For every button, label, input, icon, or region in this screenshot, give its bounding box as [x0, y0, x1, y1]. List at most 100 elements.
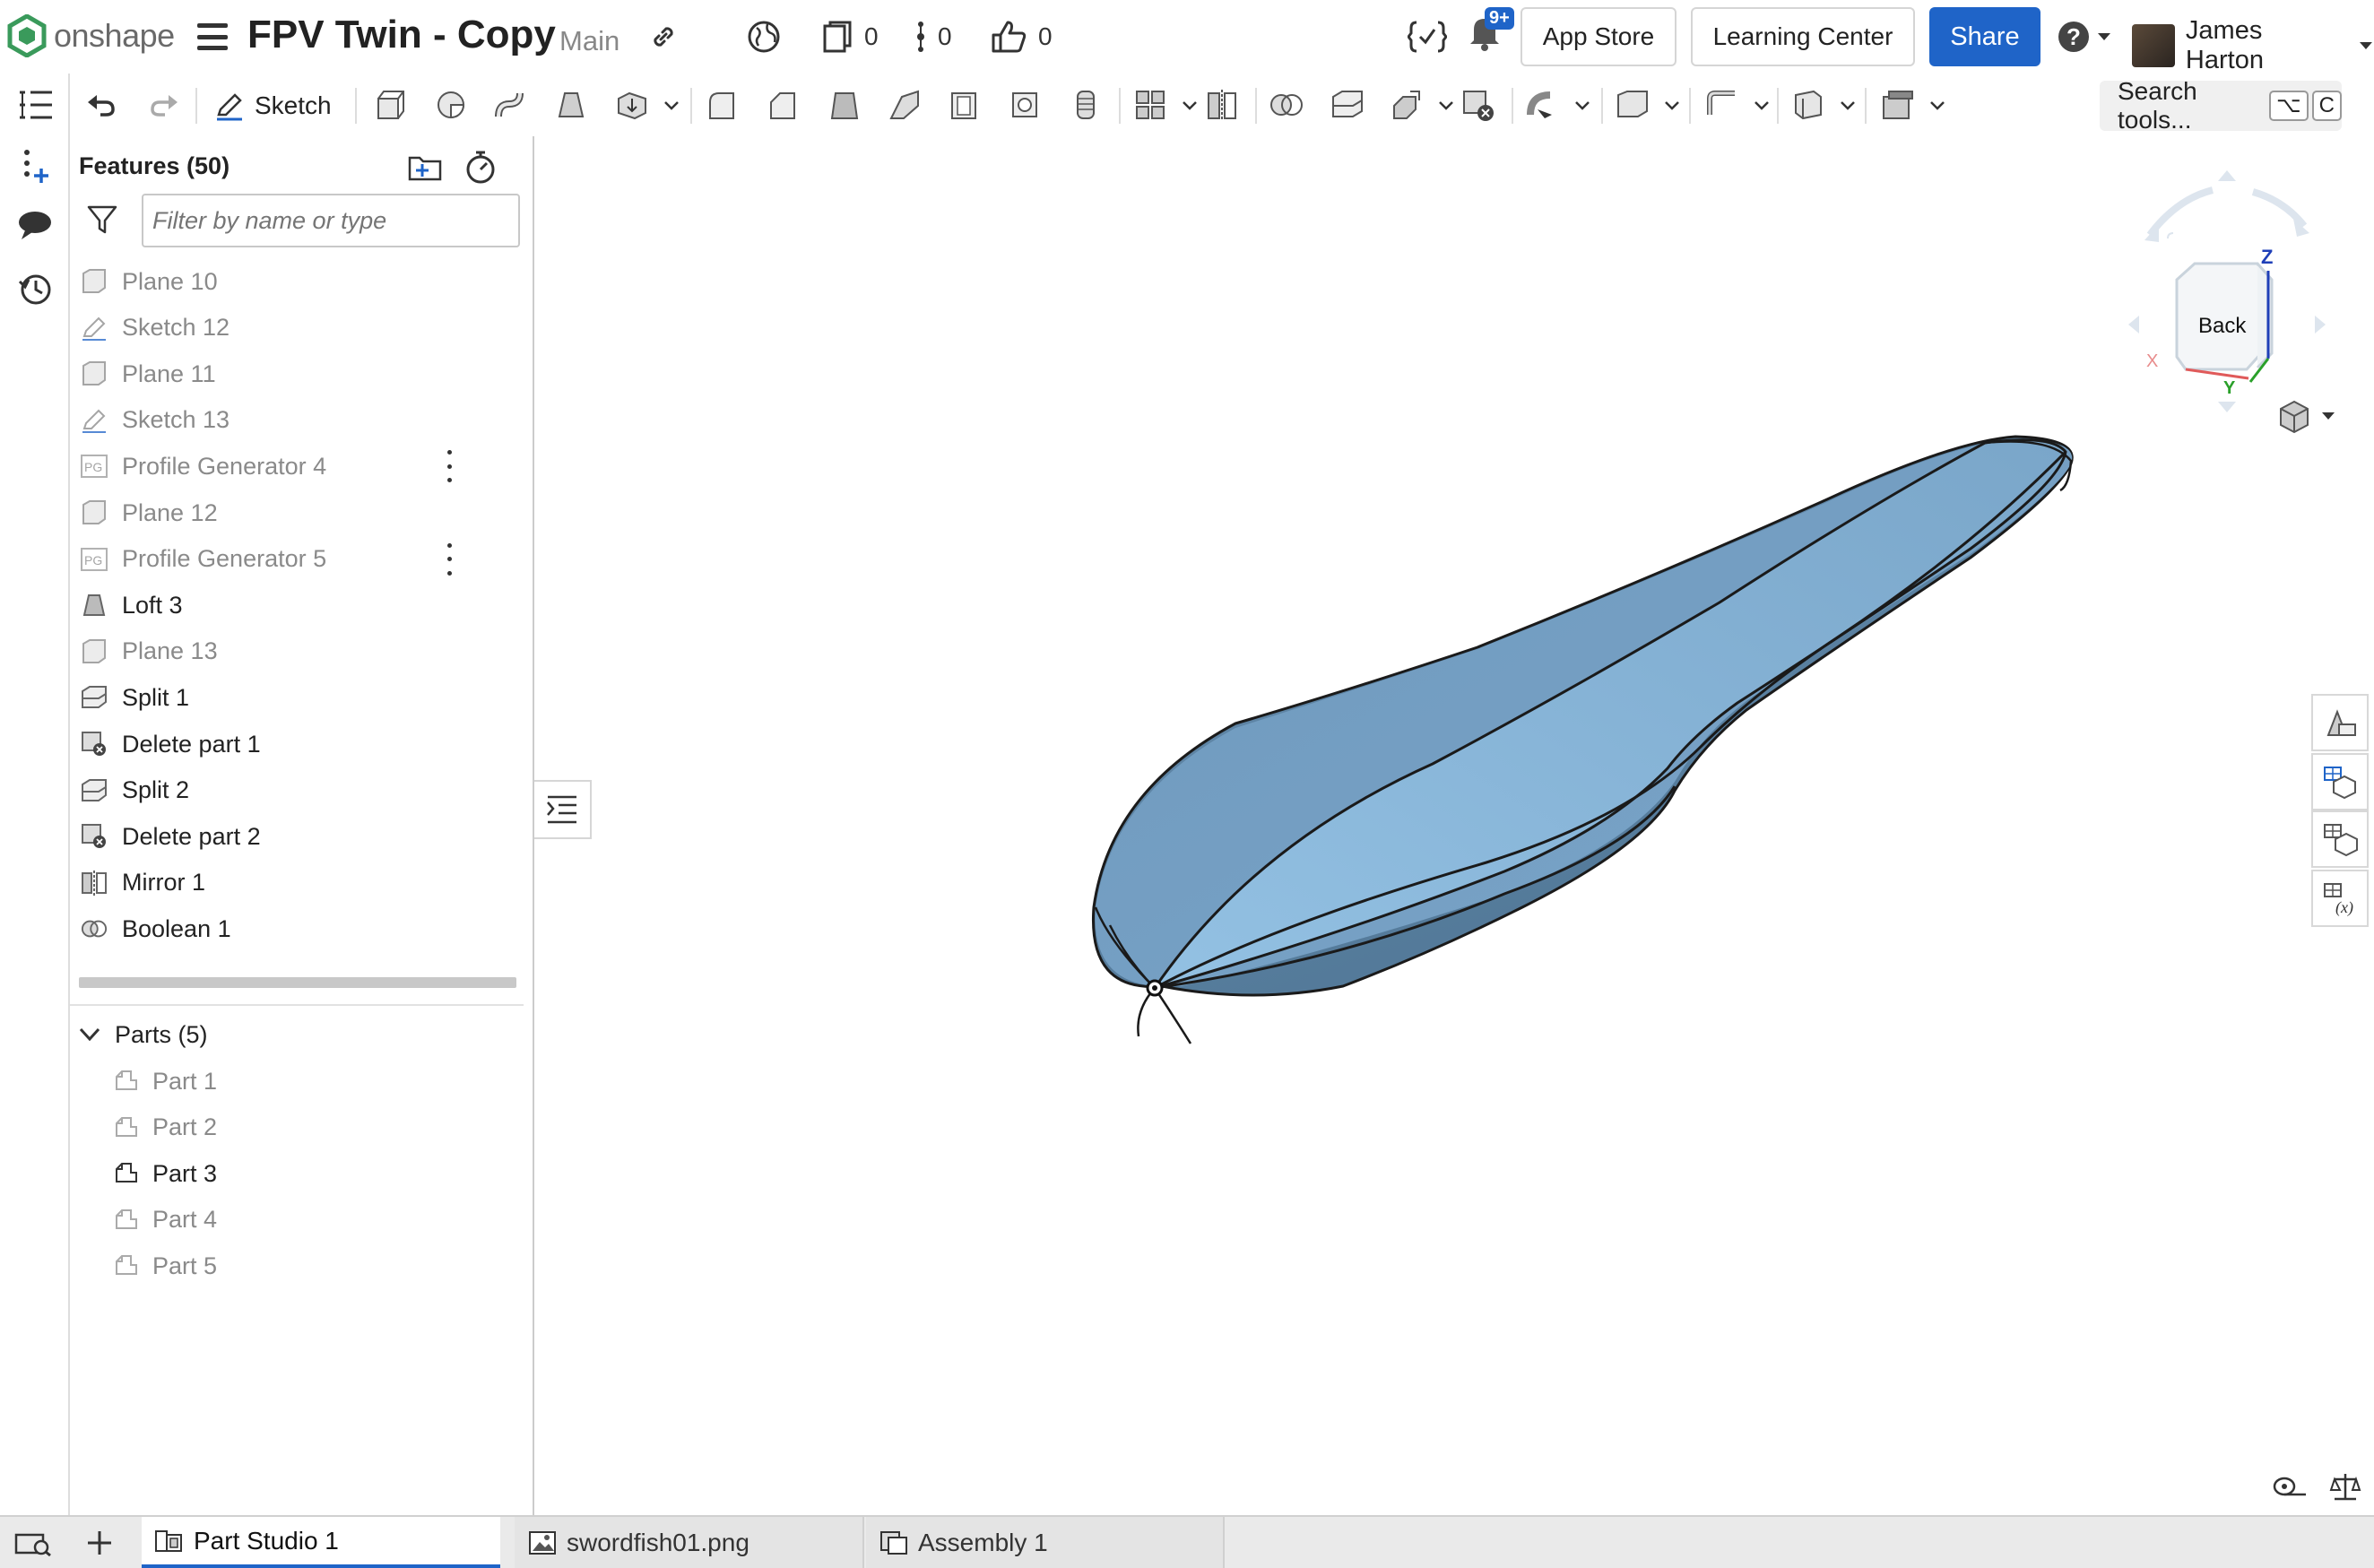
delete-part-button[interactable]	[1460, 86, 1497, 124]
insert-mate-connector-button[interactable]	[16, 147, 54, 185]
measure-tool[interactable]	[2272, 1472, 2308, 1505]
search-tools-input[interactable]: Search tools... ⌥ C	[2100, 77, 2342, 134]
feature-item[interactable]: Mirror 1	[81, 863, 205, 903]
branches-indicator[interactable]: 0	[914, 16, 952, 57]
boolean-button[interactable]	[1268, 86, 1305, 124]
feature-item[interactable]: Sketch 13	[81, 401, 230, 440]
tab-manager-button[interactable]	[14, 1529, 52, 1561]
learning-center-button[interactable]: Learning Center	[1691, 7, 1915, 66]
mirror-button[interactable]	[1203, 86, 1241, 124]
feature-item[interactable]: Plane 10	[81, 262, 218, 301]
thicken-button[interactable]	[613, 86, 651, 124]
feature-item[interactable]: Loft 3	[81, 585, 183, 625]
feature-label: Split 1	[122, 683, 190, 711]
extrude-button[interactable]	[371, 86, 409, 124]
feature-item[interactable]: Split 2	[81, 771, 189, 810]
loft-button[interactable]	[552, 86, 590, 124]
feature-item[interactable]: Plane 11	[81, 354, 216, 394]
filter-button[interactable]	[86, 204, 118, 239]
document-title[interactable]: FPV Twin - Copy	[247, 13, 556, 57]
sweep-button[interactable]	[491, 86, 529, 124]
part-item[interactable]: Part 4	[113, 1200, 217, 1240]
appearance-icon	[2326, 709, 2356, 736]
rollback-bar[interactable]	[79, 977, 516, 988]
view-mode-dropdown[interactable]	[2275, 398, 2336, 434]
pattern-dropdown[interactable]	[1180, 95, 1200, 115]
surface-button[interactable]	[1789, 86, 1827, 124]
frame-button[interactable]	[1879, 86, 1917, 124]
feature-item[interactable]: PG Profile Generator 4	[81, 446, 326, 486]
shell-button[interactable]	[945, 86, 983, 124]
globe-icon[interactable]	[746, 16, 782, 57]
feature-item[interactable]: Delete part 1	[81, 724, 261, 764]
split-button[interactable]	[1329, 86, 1366, 124]
mass-properties-button[interactable]	[2311, 810, 2369, 868]
add-tab-button[interactable]	[84, 1528, 115, 1563]
frame-dropdown[interactable]	[1928, 95, 1947, 115]
likes-indicator[interactable]: 0	[990, 16, 1053, 57]
modify-dropdown[interactable]	[1573, 95, 1592, 115]
feature-item[interactable]: Split 1	[81, 678, 189, 717]
surface-dropdown[interactable]	[1838, 95, 1858, 115]
part-item[interactable]: Part 2	[113, 1108, 217, 1148]
rib-button[interactable]	[886, 86, 923, 124]
variables-icon[interactable]	[1408, 16, 1447, 57]
revolve-button[interactable]	[432, 86, 470, 124]
add-folder-button[interactable]	[407, 151, 443, 187]
parts-header[interactable]: Parts (5)	[77, 1015, 208, 1054]
feature-menu-button[interactable]	[445, 542, 454, 576]
branch-label[interactable]: Main	[559, 25, 619, 57]
feature-item[interactable]: Boolean 1	[81, 909, 231, 949]
sheet-metal-button[interactable]	[1703, 86, 1741, 124]
user-menu[interactable]: James Harton	[2132, 16, 2374, 75]
part-item[interactable]: Part 5	[113, 1246, 217, 1286]
help-menu[interactable]: ?	[2058, 16, 2112, 57]
versions-indicator[interactable]: 0	[821, 16, 879, 57]
modify-fillet-button[interactable]	[1524, 86, 1562, 124]
feature-item[interactable]: PG Profile Generator 5	[81, 540, 326, 579]
part-item[interactable]: Part 1	[113, 1061, 217, 1101]
fillet-button[interactable]	[703, 86, 741, 124]
rebuild-timer-button[interactable]	[463, 149, 498, 189]
feature-item[interactable]: Delete part 2	[81, 817, 261, 856]
feature-menu-button[interactable]	[445, 450, 454, 483]
feature-filter-input[interactable]	[142, 194, 520, 247]
sketch-button[interactable]: Sketch	[213, 84, 332, 127]
part-3d-model[interactable]	[536, 136, 2374, 1517]
part-item[interactable]: Part 3	[113, 1154, 217, 1193]
feature-list-toggle[interactable]	[16, 86, 54, 124]
tab-swordfish01-png[interactable]: swordfish01.png	[515, 1517, 864, 1568]
feature-item[interactable]: Sketch 12	[81, 308, 230, 348]
app-store-button[interactable]: App Store	[1521, 7, 1677, 66]
view-cube[interactable]: Back Z Y X	[2114, 163, 2329, 432]
undo-button[interactable]	[82, 86, 120, 124]
draft-button[interactable]	[825, 86, 862, 124]
appearance-panel-button[interactable]	[2311, 694, 2369, 751]
thread-button[interactable]	[1067, 86, 1105, 124]
plane-dropdown[interactable]	[1662, 95, 1682, 115]
redo-button[interactable]	[145, 86, 183, 124]
hole-button[interactable]	[1006, 86, 1044, 124]
transform-dropdown[interactable]	[1436, 95, 1456, 115]
configurations-button[interactable]	[2311, 753, 2369, 810]
more-tools-dropdown[interactable]	[662, 95, 681, 115]
notifications-bell[interactable]: 9+	[1467, 7, 1514, 52]
main-menu-button[interactable]	[197, 23, 228, 50]
sheet-metal-dropdown[interactable]	[1752, 95, 1772, 115]
graphics-viewport[interactable]: Back Z Y X (x)	[536, 136, 2374, 1517]
share-button[interactable]: Share	[1929, 7, 2040, 66]
feature-item[interactable]: Plane 12	[81, 493, 218, 533]
chamfer-button[interactable]	[764, 86, 801, 124]
variable-table-button[interactable]: (x)	[2311, 870, 2369, 927]
onshape-logo[interactable]: onshape	[7, 14, 175, 57]
history-button[interactable]	[16, 269, 54, 307]
tab-part-studio-1[interactable]: Part Studio 1	[142, 1517, 500, 1568]
plane-button[interactable]	[1614, 86, 1651, 124]
transform-button[interactable]	[1388, 86, 1425, 124]
link-icon[interactable]	[647, 16, 680, 57]
pattern-button[interactable]	[1131, 86, 1169, 124]
tab-assembly-1[interactable]: Assembly 1	[866, 1517, 1225, 1568]
feature-item[interactable]: Plane 13	[81, 632, 218, 671]
units-tool[interactable]	[2329, 1470, 2361, 1507]
comments-button[interactable]	[16, 206, 54, 244]
